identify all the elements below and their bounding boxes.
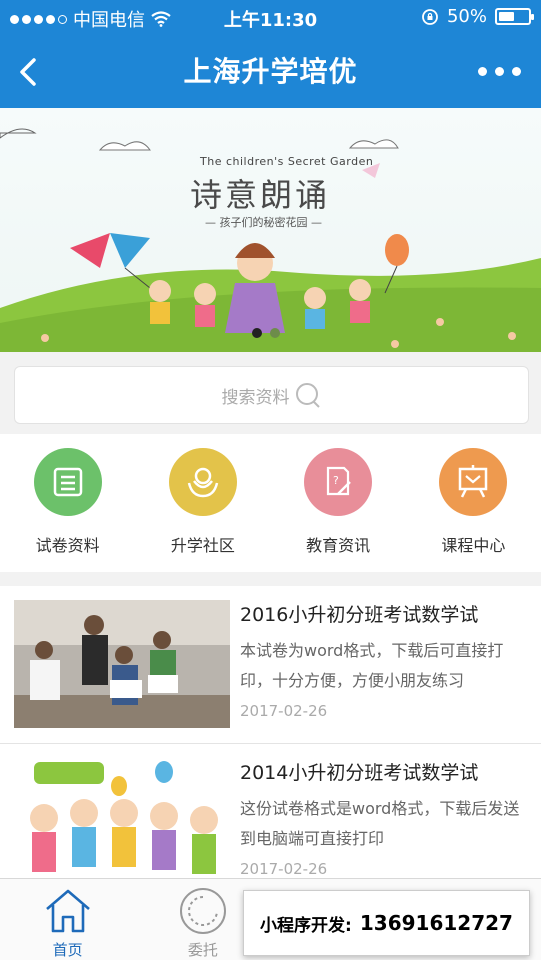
battery-percent: 50% bbox=[446, 6, 487, 27]
svg-text:?: ? bbox=[333, 474, 339, 487]
category-papers[interactable]: 试卷资料 bbox=[0, 434, 135, 572]
category-label: 试卷资料 bbox=[35, 536, 100, 555]
promo-overlay[interactable]: 小程序开发: 13691612727 bbox=[243, 890, 530, 956]
article-description: 本试卷为word格式，下载后可直接打印，十分方便，方便小朋友练习 bbox=[240, 641, 504, 690]
article-date: 2017-02-26 bbox=[240, 702, 328, 720]
category-news[interactable]: ? 教育资讯 bbox=[271, 434, 406, 572]
category-grid: 试卷资料 升学社区 ? 教育资讯 课程中心 bbox=[0, 434, 541, 572]
page-title: 上海升学培优 bbox=[183, 55, 358, 88]
rotation-lock-icon bbox=[422, 8, 438, 25]
category-label: 升学社区 bbox=[170, 536, 235, 555]
news-edit-icon: ? bbox=[304, 448, 373, 516]
search-icon bbox=[295, 383, 320, 408]
search-section: 搜索资料 bbox=[0, 352, 541, 434]
list-item[interactable]: 2014小升初分班考试数学试 这份试卷格式是word格式，下载后发送到电脑端可直… bbox=[0, 744, 541, 878]
tab-home[interactable]: 首页 bbox=[0, 879, 135, 960]
banner-en-title: The children's Secret Garden bbox=[200, 155, 374, 168]
more-options-icon[interactable] bbox=[478, 67, 521, 76]
banner-carousel[interactable]: The children's Secret Garden 诗意朗诵 — 孩子们的… bbox=[0, 108, 541, 352]
top-bar: 中国电信 上午11:30 50% 上海升学培优 bbox=[0, 0, 541, 108]
category-community[interactable]: 升学社区 bbox=[135, 434, 270, 572]
category-label: 教育资讯 bbox=[306, 536, 371, 555]
carousel-indicators bbox=[252, 328, 280, 338]
home-icon bbox=[45, 889, 90, 933]
status-bar: 中国电信 上午11:30 50% bbox=[0, 0, 541, 36]
tab-label: 首页 bbox=[52, 941, 83, 959]
category-courses[interactable]: 课程中心 bbox=[406, 434, 541, 572]
banner-illustration bbox=[0, 128, 541, 352]
article-thumbnail bbox=[14, 600, 230, 728]
course-icon bbox=[439, 448, 508, 516]
carousel-dot[interactable] bbox=[252, 328, 262, 338]
carousel-dot[interactable] bbox=[270, 328, 280, 338]
search-input[interactable]: 搜索资料 bbox=[14, 366, 529, 424]
search-placeholder: 搜索资料 bbox=[221, 387, 290, 408]
promo-phone: 13691612727 bbox=[359, 911, 513, 935]
article-list: 2016小升初分班考试数学试 本试卷为word格式，下载后可直接打印，十分方便，… bbox=[0, 586, 541, 878]
article-description: 这份试卷格式是word格式，下载后发送到电脑端可直接打印 bbox=[240, 799, 520, 848]
article-date: 2017-02-26 bbox=[240, 860, 328, 878]
battery-icon bbox=[495, 8, 534, 25]
category-label: 课程中心 bbox=[441, 536, 506, 555]
article-title: 2014小升初分班考试数学试 bbox=[240, 762, 479, 784]
promo-label: 小程序开发: bbox=[260, 915, 352, 936]
circle-icon bbox=[179, 888, 226, 934]
nav-bar: 上海升学培优 bbox=[0, 40, 541, 104]
article-thumbnail bbox=[14, 758, 230, 878]
list-item[interactable]: 2016小升初分班考试数学试 本试卷为word格式，下载后可直接打印，十分方便，… bbox=[0, 586, 541, 744]
community-icon bbox=[168, 448, 237, 516]
article-title: 2016小升初分班考试数学试 bbox=[240, 604, 479, 626]
tab-label: 委托 bbox=[187, 941, 218, 959]
banner-subtitle: — 孩子们的秘密花园 — bbox=[205, 216, 322, 229]
banner-cn-title: 诗意朗诵 bbox=[190, 176, 331, 214]
document-icon bbox=[33, 448, 102, 516]
